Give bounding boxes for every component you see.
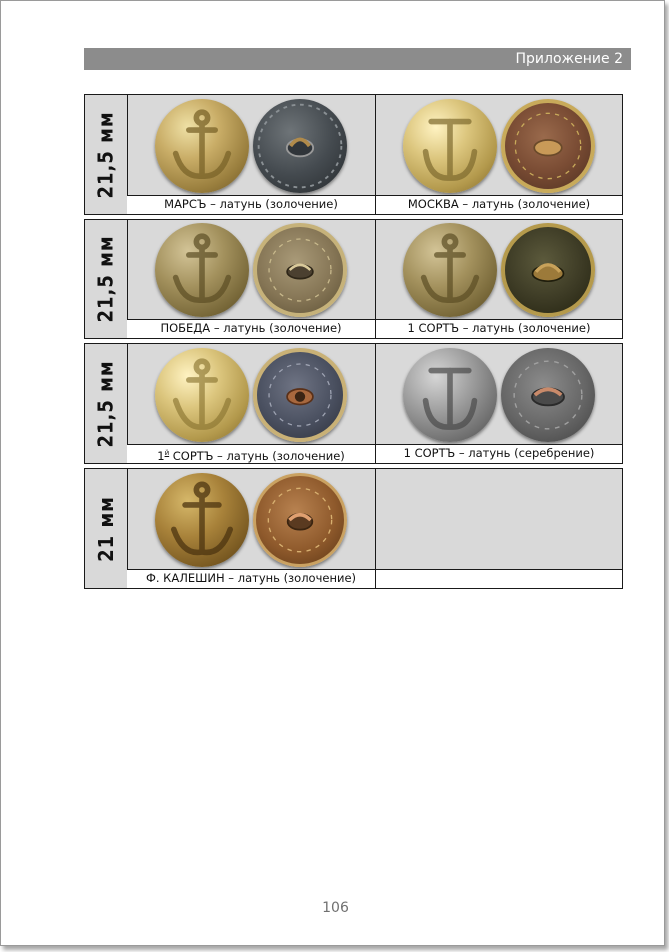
size-cell: 21,5 мм (85, 95, 128, 214)
anchor-icon (155, 98, 249, 193)
anchor-icon (155, 472, 249, 567)
specimen-caption: 1 СОРТЪ – латунь (серебрение) (376, 444, 622, 463)
shank-icon (501, 98, 595, 193)
anchor-icon (403, 223, 497, 317)
specimen-caption: МОСКВА – латунь (золочение) (376, 195, 622, 214)
size-cell: 21 мм (85, 469, 128, 588)
specimen-cell: Ф. КАЛЕШИН – латунь (золочение) (127, 469, 376, 588)
shank-icon (253, 223, 347, 317)
button-group-1: 21,5 мм МАРСЪ – латунь (золочение) МОСКВ… (84, 94, 623, 215)
specimen-cell: 1 СОРТЪ – латунь (серебрение) (376, 344, 622, 463)
specimen-cell: 1й СОРТЪ – латунь (золочение) (127, 344, 376, 463)
header-bar: Приложение 2 (84, 48, 631, 70)
anchor-icon (155, 347, 249, 442)
specimen-caption: МАРСЪ – латунь (золочение) (127, 195, 375, 214)
size-label: 21,5 мм (94, 235, 119, 323)
specimen-cell: МАРСЪ – латунь (золочение) (127, 95, 376, 214)
shank-icon (253, 472, 347, 567)
empty-cell (376, 469, 622, 588)
specimen-cell: 1 СОРТЪ – латунь (золочение) (376, 220, 622, 338)
page-number: 106 (322, 900, 349, 916)
button-group-3: 21,5 мм 1й СОРТЪ – латунь (золочение) 1 … (84, 343, 623, 464)
document-page: Приложение 2 21,5 мм МАРСЪ – латунь (зол… (0, 0, 665, 946)
specimen-caption: ПОБЕДА – латунь (золочение) (127, 319, 375, 338)
shank-icon (501, 223, 595, 317)
size-label: 21,5 мм (94, 359, 119, 448)
size-label: 21 мм (94, 495, 118, 562)
specimen-caption: 1й СОРТЪ – латунь (золочение) (127, 444, 375, 463)
size-cell: 21,5 мм (85, 344, 128, 463)
anchor-icon (403, 98, 497, 193)
shank-icon (253, 347, 347, 442)
specimen-caption: 1 СОРТЪ – латунь (золочение) (376, 319, 622, 338)
anchor-icon (155, 223, 249, 317)
specimen-cell: ПОБЕДА – латунь (золочение) (127, 220, 376, 338)
specimen-cell: МОСКВА – латунь (золочение) (376, 95, 622, 214)
shank-icon (253, 98, 347, 193)
button-group-2: 21,5 мм ПОБЕДА – латунь (золочение) 1 СО… (84, 219, 623, 339)
size-cell: 21,5 мм (85, 220, 128, 338)
appendix-title: Приложение 2 (515, 51, 623, 67)
empty-caption (376, 569, 622, 588)
shank-icon (501, 347, 595, 442)
button-group-4: 21 мм Ф. КАЛЕШИН – латунь (золочение) (84, 468, 623, 589)
size-label: 21,5 мм (94, 110, 119, 199)
anchor-icon (403, 347, 497, 442)
specimen-caption: Ф. КАЛЕШИН – латунь (золочение) (127, 569, 375, 588)
